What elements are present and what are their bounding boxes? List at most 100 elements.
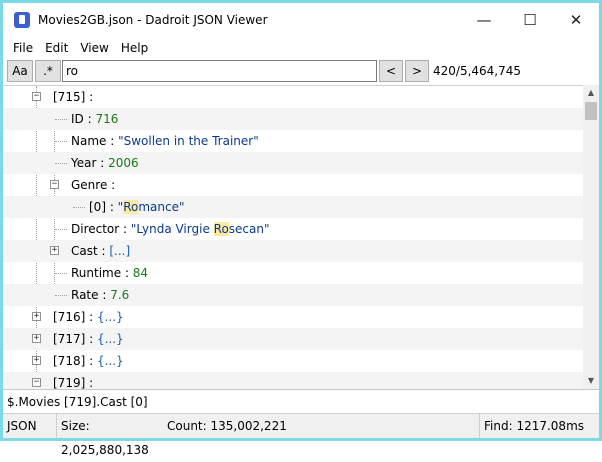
node-separator: : — [85, 310, 97, 324]
tree-row-715[interactable]: − [715] : — [3, 86, 583, 108]
menu-view[interactable]: View — [74, 41, 114, 55]
scroll-up-icon[interactable]: ▲ — [583, 85, 599, 101]
status-bar: JSON Size: 2,025,880,138 Count: 135,002,… — [3, 413, 599, 457]
tree-row-rate[interactable]: Rate : 7.6 — [3, 284, 583, 306]
find-next-button[interactable]: > — [405, 60, 429, 82]
search-input[interactable] — [62, 60, 377, 82]
expand-icon[interactable]: + — [32, 334, 41, 343]
title-bar: Movies2GB.json - Dadroit JSON Viewer — ☐… — [3, 3, 599, 37]
value-text: secan" — [228, 222, 270, 236]
node-key: [715] — [53, 90, 86, 104]
node-value: 2006 — [108, 156, 139, 170]
tree-row-content: [719] : — [53, 372, 93, 389]
tree-row-content: Genre : — [71, 174, 115, 196]
value-text: "Lynda Virgie — [130, 222, 214, 236]
tree-row-content: [0] : "Romance" — [89, 196, 185, 218]
tree-row-content: Rate : 7.6 — [71, 284, 129, 306]
tree-row-director[interactable]: Director : "Lynda Virgie Rosecan" — [3, 218, 583, 240]
node-value: 716 — [95, 112, 119, 126]
menu-help[interactable]: Help — [115, 41, 154, 55]
node-key: Cast — [71, 244, 98, 258]
tree-row-name[interactable]: Name : "Swollen in the Trainer" — [3, 130, 583, 152]
node-key: [717] — [53, 332, 86, 346]
collapse-icon[interactable]: − — [32, 92, 41, 101]
tree-row-genre[interactable]: − Genre : — [3, 174, 583, 196]
node-separator: : — [96, 156, 109, 170]
node-separator: : — [106, 134, 119, 148]
app-window: Movies2GB.json - Dadroit JSON Viewer — ☐… — [0, 0, 602, 457]
tree-row-content: [715] : — [53, 86, 93, 108]
tree-row-genre-0[interactable]: [0] : "Romance" — [3, 196, 583, 218]
tree-branch-line — [55, 163, 67, 164]
tree-row-717[interactable]: + [717] : {...} — [3, 328, 583, 350]
status-format: JSON — [7, 419, 37, 433]
node-key: Runtime — [71, 266, 122, 280]
tree-row-content: Director : "Lynda Virgie Rosecan" — [71, 218, 270, 240]
collapse-icon[interactable]: − — [32, 378, 41, 387]
tree-row-content: [717] : {...} — [53, 328, 124, 350]
node-separator: : — [85, 376, 94, 389]
node-separator: : — [119, 222, 131, 236]
tree-row-content: [716] : {...} — [53, 306, 124, 328]
tree-row-716[interactable]: + [716] : {...} — [3, 306, 583, 328]
tree-branch-line — [55, 141, 67, 142]
node-key: Genre — [71, 178, 108, 192]
tree-row-content: Runtime : 84 — [71, 262, 148, 284]
node-value: [...] — [109, 244, 131, 258]
node-key: Director — [71, 222, 120, 236]
json-path-bar: $.Movies [719].Cast [0] — [3, 389, 599, 413]
tree-row-id[interactable]: ID : 716 — [3, 108, 583, 130]
expand-icon[interactable]: + — [32, 356, 41, 365]
search-highlight: Ro — [123, 200, 139, 214]
node-separator: : — [85, 332, 97, 346]
tree-row-content: Year : 2006 — [71, 152, 139, 174]
match-count: 420/5,464,745 — [433, 64, 522, 78]
node-value: {...} — [96, 332, 124, 346]
tree-row-719[interactable]: − [719] : — [3, 372, 583, 389]
tree-row-runtime[interactable]: Runtime : 84 — [3, 262, 583, 284]
minimize-button[interactable]: — — [461, 3, 507, 37]
status-size: Size: 2,025,880,138 — [56, 414, 162, 457]
tree-branch-line — [73, 207, 85, 208]
match-case-button[interactable]: Aa — [7, 60, 33, 82]
menu-file[interactable]: File — [7, 41, 39, 55]
menu-bar: File Edit View Help — [3, 37, 599, 59]
status-count: Count: 135,002,221 — [167, 419, 287, 433]
maximize-button[interactable]: ☐ — [507, 3, 553, 37]
node-value: "Lynda Virgie Rosecan" — [131, 222, 270, 236]
node-key: [0] — [89, 200, 106, 214]
search-toolbar: Aa .* < > 420/5,464,745 — [3, 59, 599, 85]
tree-row-content: [718] : {...} — [53, 350, 124, 372]
scrollbar-thumb[interactable] — [585, 102, 597, 120]
node-key: [718] — [53, 354, 86, 368]
scroll-down-icon[interactable]: ▼ — [583, 373, 599, 389]
collapse-icon[interactable]: − — [50, 180, 59, 189]
find-previous-button[interactable]: < — [379, 60, 403, 82]
vertical-scrollbar[interactable]: ▲ ▼ — [583, 85, 599, 389]
node-separator: : — [106, 200, 118, 214]
node-key: Year — [71, 156, 97, 170]
menu-edit[interactable]: Edit — [39, 41, 74, 55]
node-key: Rate — [71, 288, 99, 302]
tree-branch-line — [55, 273, 67, 274]
node-key: [716] — [53, 310, 86, 324]
node-value: "Romance" — [118, 200, 185, 214]
close-button[interactable]: ✕ — [553, 3, 599, 37]
status-find-time: Find: 1217.08ms — [479, 414, 599, 438]
tree-row-content: Name : "Swollen in the Trainer" — [71, 130, 259, 152]
node-value: {...} — [96, 310, 124, 324]
tree-row-718[interactable]: + [718] : {...} — [3, 350, 583, 372]
node-separator: : — [107, 178, 116, 192]
regex-button[interactable]: .* — [35, 60, 61, 82]
node-separator: : — [121, 266, 133, 280]
node-separator: : — [98, 288, 111, 302]
tree-row-cast[interactable]: + Cast : [...] — [3, 240, 583, 262]
expand-icon[interactable]: + — [32, 312, 41, 321]
node-key: Name — [71, 134, 107, 148]
tree-row-year[interactable]: Year : 2006 — [3, 152, 583, 174]
node-separator: : — [83, 112, 96, 126]
expand-icon[interactable]: + — [50, 246, 59, 255]
json-tree[interactable]: − [715] : ID : 716 Name : "Swollen in th… — [3, 85, 583, 389]
node-separator: : — [97, 244, 110, 258]
tree-branch-line — [55, 295, 67, 296]
